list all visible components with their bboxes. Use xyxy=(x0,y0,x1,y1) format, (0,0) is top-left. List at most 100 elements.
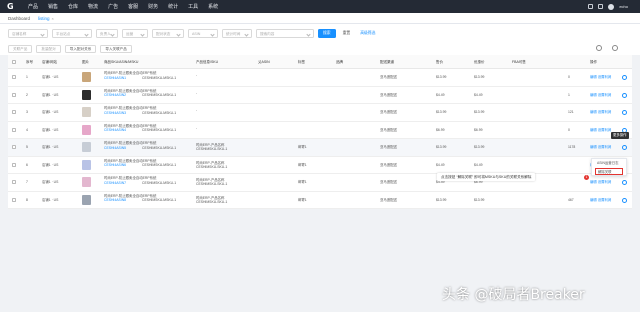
advanced-filter-link[interactable]: 高级筛选 xyxy=(357,29,378,38)
nav-item-ads[interactable]: 广告 xyxy=(108,3,118,10)
row-asin[interactable]: CESHI4ASIN5 xyxy=(104,146,126,150)
more-ops-icon[interactable] xyxy=(622,75,627,80)
product-thumbnail[interactable] xyxy=(82,142,91,152)
product-thumbnail[interactable] xyxy=(82,72,91,82)
menu-item-asin-log[interactable]: ASIN运营日志 xyxy=(592,159,626,168)
row-product: - xyxy=(196,90,198,95)
row-asin[interactable]: CESHI4ASIN7 xyxy=(104,181,126,185)
row-asin[interactable]: CESHI4ASIN4 xyxy=(104,128,126,132)
scrollbar[interactable] xyxy=(632,55,640,312)
more-ops-icon[interactable] xyxy=(622,197,627,203)
row-ops[interactable]: 编辑 设置利润 xyxy=(590,75,611,79)
row-msku: CESHIMSKU-MSKU-1 xyxy=(142,110,177,115)
nav-item-finance[interactable]: 财务 xyxy=(148,3,158,10)
table-row[interactable]: 3 店铺1 · US 时尚ERP-防止跟卖全自动ERP系统 CESHI4ASIN3 CE… xyxy=(8,104,632,122)
row-no: 5 xyxy=(26,145,28,149)
row-asin[interactable]: CESHI4ASIN3 xyxy=(104,111,126,115)
notification-icon[interactable] xyxy=(598,4,604,9)
nav-item-stats[interactable]: 统计 xyxy=(168,3,178,10)
more-ops-icon[interactable] xyxy=(622,180,627,185)
message-icon[interactable] xyxy=(588,4,594,9)
settings-icon[interactable] xyxy=(596,45,602,51)
more-ops-menu: ASIN运营日志 解除关联 xyxy=(591,158,627,176)
table-row[interactable]: 2 店铺1 · US 时尚ERP-防止跟卖全自动ERP系统 CESHI4ASIN2 CE… xyxy=(8,86,632,104)
row-ops[interactable]: 编辑 设置利润 xyxy=(590,110,611,114)
row-checkbox[interactable] xyxy=(12,162,16,167)
step-badge: 1 xyxy=(584,175,589,180)
close-icon[interactable]: × xyxy=(52,16,54,21)
operator-select[interactable]: 运营 xyxy=(122,28,148,38)
match-status-select[interactable]: 配对状态 xyxy=(152,28,184,38)
product-thumbnail[interactable] xyxy=(82,89,91,100)
row-ops[interactable]: 编辑 设置利润 xyxy=(590,93,611,97)
app-logo[interactable]: G xyxy=(7,2,20,12)
table-row[interactable]: 5 店铺1 · US 时尚ERP-防止跟卖全自动ERP系统 CESHI4ASIN5 CE… xyxy=(8,139,632,157)
site-select[interactable]: 平台站点 xyxy=(52,28,92,38)
row-sale: $6.99 xyxy=(474,127,483,132)
stat-time-select[interactable]: 统计时间 xyxy=(222,28,252,38)
table-row[interactable]: 8 店铺1 · US 时尚ERP-防止跟卖全自动ERP系统 CESHI4ASIN8 CE… xyxy=(8,191,632,209)
row-ops[interactable]: 编辑 设置利润 xyxy=(590,198,611,202)
row-checkbox[interactable] xyxy=(12,75,16,79)
reset-button[interactable]: 重置 xyxy=(340,29,354,38)
row-checkbox[interactable] xyxy=(12,127,16,132)
import-linked-button[interactable]: 导入关联产品 xyxy=(100,44,132,53)
more-ops-icon[interactable] xyxy=(622,92,627,98)
column-settings-icon[interactable] xyxy=(612,45,618,51)
row-checkbox[interactable] xyxy=(12,145,16,149)
row-ops[interactable]: 编辑 设置利润 xyxy=(590,128,611,132)
store-select[interactable]: 店铺名称 xyxy=(8,28,48,38)
col-sale: 优惠价 xyxy=(474,60,485,64)
row-ship: 亚马逊配送 xyxy=(380,92,397,97)
row-checkbox[interactable] xyxy=(12,92,16,97)
user-name[interactable]: echo xyxy=(619,4,628,9)
nav-item-logistics[interactable]: 物流 xyxy=(88,3,98,10)
nav-item-service[interactable]: 客服 xyxy=(128,3,138,10)
table-row[interactable]: 7 店铺1 · US 时尚ERP-防止跟卖全自动ERP系统 CESHI4ASIN7 CE… xyxy=(8,174,632,192)
owner-select[interactable]: 负责人 xyxy=(96,28,118,38)
nav-item-system[interactable]: 系统 xyxy=(208,3,218,10)
row-asin[interactable]: CESHI4ASIN2 xyxy=(104,93,126,97)
row-store: 店铺1 · US xyxy=(42,110,59,114)
row-fba: 467 xyxy=(568,197,574,202)
product-thumbnail[interactable] xyxy=(82,107,91,117)
tab-dashboard[interactable]: Dashboard xyxy=(8,16,30,21)
table-row[interactable]: 6 店铺1 · US 时尚ERP-防止跟卖全自动ERP系统 CESHI4ASIN6 CE… xyxy=(8,156,632,174)
row-price: $4.49 xyxy=(436,92,445,97)
product-thumbnail[interactable] xyxy=(82,177,91,187)
product-thumbnail[interactable] xyxy=(82,159,91,170)
nav-item-warehouse[interactable]: 仓库 xyxy=(68,3,78,10)
nav-item-tools[interactable]: 工具 xyxy=(188,3,198,10)
menu-item-unlink[interactable]: 解除关联 xyxy=(595,168,623,175)
more-ops-icon[interactable] xyxy=(622,145,627,150)
more-ops-icon[interactable] xyxy=(622,110,627,115)
nav-item-product[interactable]: 产品 xyxy=(28,3,38,10)
search-input[interactable]: 搜索内容 xyxy=(256,28,314,38)
row-ops[interactable]: 编辑 设置利润 xyxy=(590,180,611,184)
table-row[interactable]: 4 店铺1 · US 时尚ERP-防止跟卖全自动ERP系统 CESHI4ASIN4 CE… xyxy=(8,121,632,139)
search-button[interactable]: 搜索 xyxy=(318,28,336,38)
select-all-checkbox[interactable] xyxy=(12,60,16,64)
batch-match-button[interactable]: 批量配对 xyxy=(36,44,61,53)
row-checkbox[interactable] xyxy=(12,110,16,114)
link-product-button[interactable]: 关联产品 xyxy=(8,44,33,53)
product-thumbnail[interactable] xyxy=(82,194,91,205)
product-thumbnail[interactable] xyxy=(82,124,91,135)
asin-select[interactable]: ASIN xyxy=(188,28,218,38)
row-asin[interactable]: CESHI4ASIN8 xyxy=(104,198,126,202)
row-checkbox[interactable] xyxy=(12,180,16,184)
row-fba: 1 xyxy=(568,92,570,97)
row-tag: 邮寄1 xyxy=(298,197,307,202)
tab-listing[interactable]: listing × xyxy=(38,16,54,21)
avatar[interactable] xyxy=(608,3,615,10)
import-match-button[interactable]: 导入配对关系 xyxy=(64,44,97,53)
row-checkbox[interactable] xyxy=(12,197,16,202)
nav-item-sales[interactable]: 销售 xyxy=(48,3,58,10)
row-asin[interactable]: CESHI4ASIN6 xyxy=(104,163,126,167)
row-ops[interactable]: 编辑 设置利润 xyxy=(590,145,611,149)
row-product: 时尚ERP-产品名称 CESHIMSKU-SKU-1 xyxy=(196,195,228,204)
table-row[interactable]: 1 店铺1 · US 时尚ERP-防止跟卖全自动ERP系统 CESHI4ASIN1 CE… xyxy=(8,69,632,87)
row-no: 1 xyxy=(26,75,28,79)
row-asin[interactable]: CESHI4ASIN1 xyxy=(104,76,126,80)
row-store: 店铺1 · US xyxy=(42,92,59,97)
